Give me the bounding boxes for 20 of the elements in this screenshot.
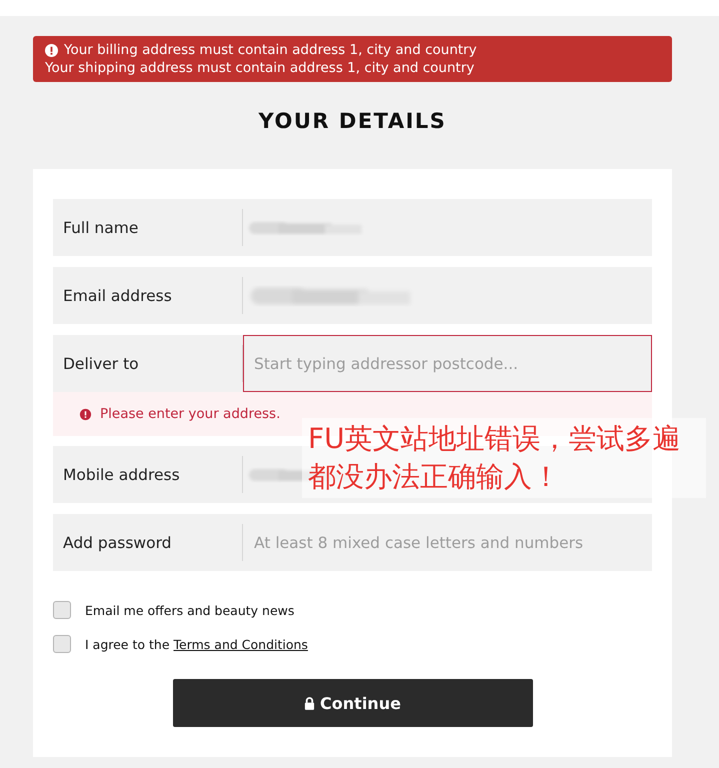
text-field[interactable]: Start typing addressor postcode... bbox=[243, 335, 652, 392]
checkbox-label: I agree to the Terms and Conditions bbox=[85, 636, 308, 652]
annotation-text: FU英文站地址错误，尝试多遍都没办法正确输入！ bbox=[302, 418, 706, 498]
continue-button[interactable]: Continue bbox=[172, 679, 532, 727]
field-label: Email address bbox=[53, 267, 243, 324]
exclamation-icon bbox=[79, 408, 92, 420]
lock-icon bbox=[304, 696, 316, 710]
terms-link[interactable]: Terms and Conditions bbox=[174, 636, 308, 652]
checkbox[interactable] bbox=[53, 635, 71, 653]
exclamation-icon bbox=[45, 44, 58, 56]
error-message: Your billing address must contain address 1, city and country bbox=[64, 41, 477, 59]
checkbox[interactable] bbox=[53, 601, 71, 619]
page-heading: YOUR DETAILS bbox=[258, 109, 448, 135]
error-message: Your shipping address must contain address 1, city and country bbox=[45, 59, 474, 77]
checkbox-label: Email me offers and beauty news bbox=[85, 602, 294, 618]
field-label: Mobile address bbox=[53, 446, 243, 503]
field-label: Deliver to bbox=[53, 335, 243, 392]
error-message: Please enter your address. bbox=[100, 406, 280, 422]
field-label: Add password bbox=[53, 514, 243, 571]
field-label: Full name bbox=[53, 199, 243, 256]
